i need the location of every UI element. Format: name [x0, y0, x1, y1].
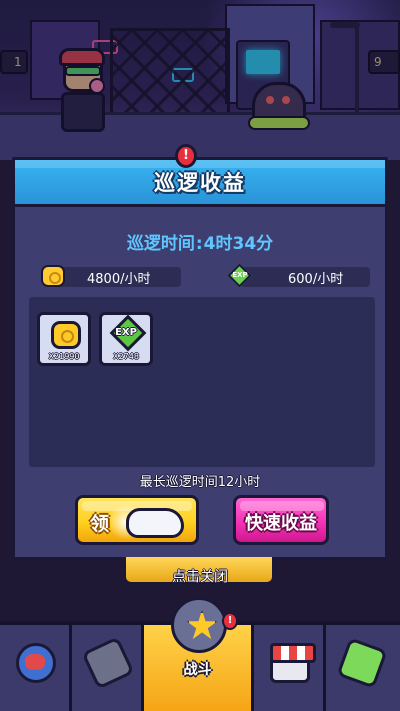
nav-battle-label: 战斗: [183, 662, 212, 678]
gold-rate-value: 4800/小时: [87, 272, 151, 287]
patrol-time-separator: :: [195, 234, 203, 254]
nav-alert-badge: !: [222, 612, 238, 630]
globe-icon: [16, 643, 56, 683]
reward-panel: X21990 EXP X2748: [29, 297, 375, 467]
gold-coin-icon: [51, 321, 81, 349]
reward-quantity: X21990: [48, 352, 80, 361]
nav-item-shop[interactable]: [254, 625, 326, 711]
exp-icon-text: EXP: [232, 271, 248, 279]
patrol-income-dialog: 巡逻收益 巡逻时间:4时34分 4800/小时 EXP 600/小时 X2199…: [12, 144, 388, 560]
max-patrol-time-note: 最长巡逻时间12小时: [139, 475, 261, 490]
patrol-time-label: 巡逻时间: [126, 234, 195, 254]
patrol-time-value: 4时34分: [203, 234, 274, 254]
energy-can-icon: [336, 637, 388, 689]
dialog-header: 巡逻收益: [15, 160, 385, 207]
bottom-nav: 战斗: [0, 597, 400, 711]
shop-icon: [270, 643, 316, 683]
claim-button[interactable]: 领: [75, 495, 199, 545]
dialog-title: 巡逻收益: [154, 171, 246, 195]
reward-quantity: X2748: [113, 352, 139, 361]
fast-income-button[interactable]: 快速收益: [233, 495, 329, 545]
gold-rate: 4800/小时: [41, 265, 185, 287]
fast-income-button-label: 快速收益: [245, 513, 317, 534]
exp-rate: EXP 600/小时: [227, 263, 372, 288]
battle-emblem-icon: [171, 597, 227, 653]
nav-item-world[interactable]: [0, 625, 72, 711]
patrol-time: 巡逻时间:4时34分: [15, 229, 385, 254]
alert-badge: !: [175, 144, 197, 168]
nav-item-weapons[interactable]: [72, 625, 144, 711]
exp-gem-icon: EXP: [227, 263, 252, 288]
exp-rate-value: 600/小时: [288, 272, 344, 287]
nav-item-supplies[interactable]: [326, 625, 400, 711]
game-screen: 1 9 巡逻收益 巡逻时间:4时34分 4800/小时 EXP 600/小时 X…: [0, 0, 400, 711]
gold-coin-icon: [41, 265, 65, 287]
claim-button-label: 领: [90, 513, 110, 535]
gun-icon: [81, 636, 135, 690]
tap-to-close[interactable]: 点击关闭: [0, 566, 400, 586]
pointing-hand-icon: [126, 508, 184, 538]
reward-item-gold[interactable]: X21990: [37, 312, 91, 366]
reward-exp-label: EXP: [115, 327, 137, 338]
reward-item-exp[interactable]: EXP X2748: [99, 312, 153, 366]
nav-item-battle[interactable]: 战斗: [144, 597, 254, 711]
